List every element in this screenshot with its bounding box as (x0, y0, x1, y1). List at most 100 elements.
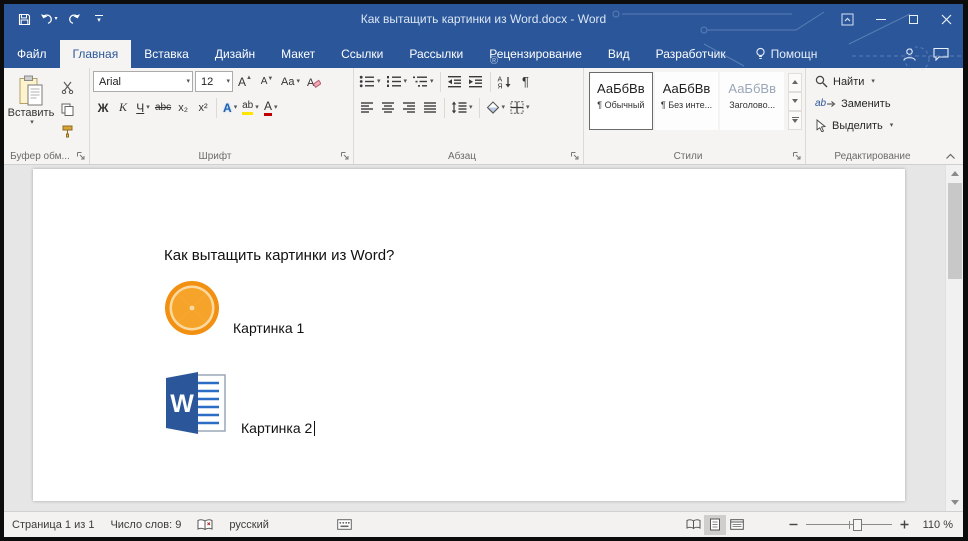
proofing-status[interactable] (197, 518, 213, 531)
align-center-button[interactable] (378, 97, 398, 118)
zoom-level[interactable]: 110 % (917, 519, 953, 531)
align-right-button[interactable] (399, 97, 419, 118)
clear-formatting-button[interactable]: А (304, 71, 324, 92)
find-button[interactable]: Найти ▾ (809, 71, 936, 92)
minimize-button[interactable] (864, 4, 897, 34)
numbering-button[interactable]: ▾ (384, 71, 410, 92)
style-normal[interactable]: АаБбВв ¶ Обычный (589, 72, 653, 130)
web-layout-button[interactable] (726, 515, 748, 535)
read-mode-icon (686, 519, 700, 530)
subscript-button[interactable]: x₂ (173, 97, 193, 118)
font-group-label: Шрифт (198, 151, 232, 162)
text-effects-label: А (223, 100, 232, 115)
close-button[interactable] (930, 4, 963, 34)
word-logo-image[interactable]: W (164, 370, 228, 436)
customize-quick-access-button[interactable]: ▾ (87, 8, 111, 30)
styles-scroll-up-button[interactable] (788, 72, 803, 92)
save-button[interactable] (12, 8, 36, 30)
redo-button[interactable] (62, 8, 86, 30)
ribbon-display-options-button[interactable] (831, 4, 864, 34)
copy-button[interactable] (57, 99, 77, 120)
grow-font-button[interactable]: А ▲ (235, 71, 255, 92)
font-color-button[interactable]: А ▾ (261, 97, 281, 118)
font-name-select[interactable]: Arial ▾ (93, 71, 193, 92)
style-name: ¶ Без инте... (660, 100, 713, 110)
underline-button[interactable]: Ч ▾ (133, 97, 153, 118)
scrollbar-thumb[interactable] (948, 183, 962, 279)
account-button[interactable] (893, 40, 925, 68)
tab-mailings[interactable]: Рассылки (396, 40, 476, 68)
paste-button[interactable]: Вставить ▾ (7, 71, 55, 145)
tab-references[interactable]: Ссылки (328, 40, 396, 68)
tab-view[interactable]: Вид (595, 40, 643, 68)
style-sample: АаБбВв (728, 81, 776, 96)
tab-home[interactable]: Главная (59, 40, 132, 68)
borders-button[interactable]: ▾ (508, 97, 532, 118)
align-left-button[interactable] (357, 97, 377, 118)
bullets-button[interactable]: ▾ (357, 71, 383, 92)
tab-file[interactable]: Файл (4, 40, 60, 68)
tab-developer[interactable]: Разработчик (643, 40, 739, 68)
font-dialog-launcher[interactable] (340, 151, 350, 161)
zoom-slider-thumb[interactable] (853, 518, 863, 531)
undo-button[interactable]: ▾ (37, 8, 61, 30)
comments-button[interactable] (925, 40, 957, 68)
multilevel-list-button[interactable]: ▾ (410, 71, 436, 92)
increase-indent-button[interactable] (466, 71, 486, 92)
superscript-button[interactable]: x² (193, 97, 213, 118)
change-case-button[interactable]: Aa ▾ (279, 71, 302, 92)
tab-insert[interactable]: Вставка (131, 40, 202, 68)
sort-button[interactable]: АЯ (495, 71, 515, 92)
print-layout-button[interactable] (704, 514, 726, 535)
decrease-indent-button[interactable] (445, 71, 465, 92)
scroll-down-button[interactable] (946, 494, 963, 511)
scroll-up-button[interactable] (946, 165, 963, 182)
paragraph-dialog-launcher[interactable] (570, 151, 580, 161)
zoom-out-button[interactable] (788, 519, 799, 530)
format-painter-button[interactable] (57, 121, 77, 142)
document-page[interactable]: Как вытащить картинки из Word? Картинка … (33, 169, 905, 501)
font-size-value: 12 (201, 75, 214, 88)
keyboard-status[interactable] (337, 519, 352, 530)
shading-button[interactable]: ▾ (484, 97, 508, 118)
maximize-button[interactable] (897, 4, 930, 34)
vertical-scrollbar[interactable] (945, 165, 963, 511)
collapse-ribbon-button[interactable] (945, 153, 956, 160)
styles-dialog-launcher[interactable] (792, 151, 802, 161)
text-effects-button[interactable]: А ▾ (220, 97, 240, 118)
language-indicator[interactable]: русский (229, 519, 268, 531)
read-mode-button[interactable] (682, 515, 704, 535)
word-count[interactable]: Число слов: 9 (110, 519, 181, 531)
tab-design[interactable]: Дизайн (202, 40, 268, 68)
styles-more-button[interactable] (788, 110, 803, 130)
ribbon-display-options-icon (841, 13, 854, 25)
tell-me-assistant[interactable]: Помощн (755, 40, 817, 68)
tab-layout[interactable]: Макет (268, 40, 328, 68)
document-line: Картинка 1 (164, 280, 905, 336)
show-formatting-marks-button[interactable]: ¶ (516, 71, 536, 92)
line-spacing-button[interactable]: ▾ (449, 97, 475, 118)
italic-button[interactable]: К (113, 97, 133, 118)
clipboard-dialog-launcher[interactable] (76, 151, 86, 161)
strikethrough-button[interactable]: abc (153, 97, 173, 118)
replace-button[interactable]: ab Заменить (809, 93, 936, 114)
zoom-in-button[interactable] (899, 519, 910, 530)
zoom-slider[interactable] (806, 518, 892, 532)
svg-text:А: А (498, 76, 503, 83)
highlight-button[interactable]: ab ▾ (240, 97, 261, 118)
justify-button[interactable] (420, 97, 440, 118)
orange-slice-image[interactable] (164, 280, 220, 336)
select-button[interactable]: Выделить ▾ (809, 115, 936, 136)
style-heading1[interactable]: АаБбВв Заголово... (720, 72, 785, 130)
triangle-up-icon (951, 171, 959, 176)
styles-scroll-down-button[interactable] (788, 91, 803, 111)
shrink-font-button[interactable]: А ▼ (257, 71, 277, 92)
style-no-spacing[interactable]: АаБбВв ¶ Без инте... (654, 72, 719, 130)
cut-button[interactable] (57, 77, 77, 98)
font-size-select[interactable]: 12 ▾ (195, 71, 233, 92)
dropdown-arrow-icon: ▾ (146, 104, 150, 111)
tab-review[interactable]: Рецензирование (476, 40, 595, 68)
page-indicator[interactable]: Страница 1 из 1 (12, 519, 94, 531)
bold-button[interactable]: Ж (93, 97, 113, 118)
search-icon (815, 75, 828, 88)
